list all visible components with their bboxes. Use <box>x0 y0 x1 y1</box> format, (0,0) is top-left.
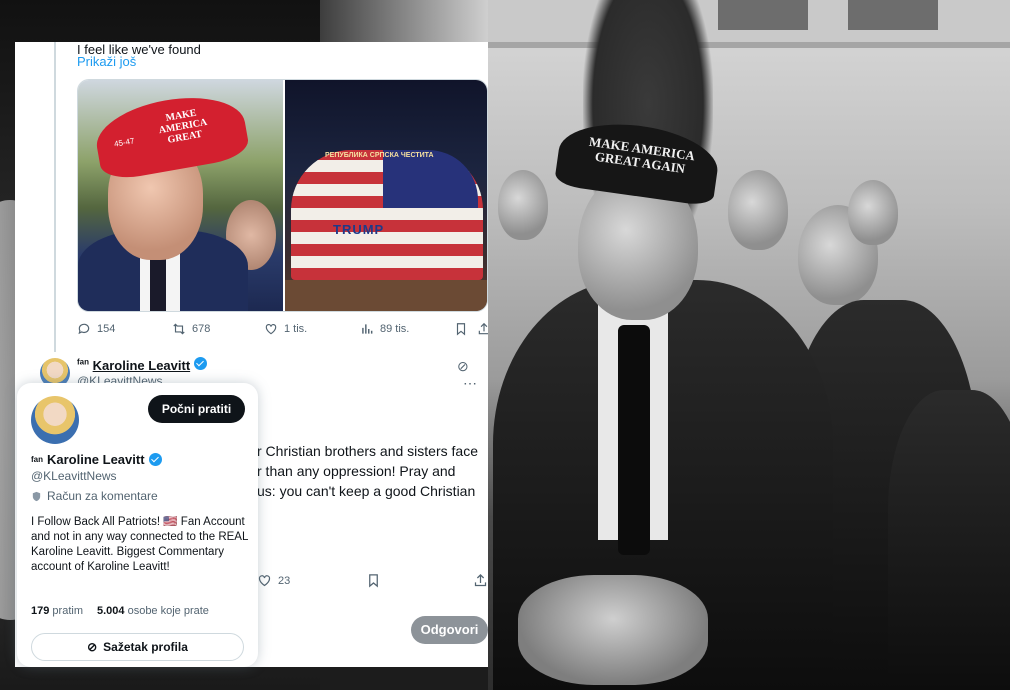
views-icon <box>362 324 373 334</box>
name-prefix: fan <box>77 357 89 367</box>
crowd-person <box>848 180 898 245</box>
profile-handle[interactable]: @KLeavittNews <box>31 469 117 483</box>
building-sign-text: TRUMP <box>333 222 385 237</box>
tweet-media[interactable]: MAKE AMERICA GREAT 45-47 РЕПУБЛИКА СРПСК… <box>77 79 488 312</box>
bookmark-icon <box>369 574 378 588</box>
like-action[interactable]: 1 tis. <box>264 322 307 336</box>
follow-button[interactable]: Počni pratiti <box>148 395 245 423</box>
reply-count: 154 <box>97 323 116 335</box>
profile-summary-button[interactable]: ⊘ Sažetak profila <box>31 633 244 661</box>
share-action[interactable] <box>477 322 488 336</box>
share-action[interactable] <box>473 573 488 593</box>
name-prefix: fan <box>31 455 43 464</box>
profile-name-text: Karoline Leavitt <box>47 452 145 467</box>
heart-icon <box>265 324 277 335</box>
followers-label: osobe koje prate <box>127 605 209 617</box>
author-name-text: Karoline Leavitt <box>92 358 191 373</box>
building-banner-text: РЕПУБЛИКА СРПСКА ЧЕСТИТА <box>325 152 434 159</box>
photo-ground <box>285 280 487 311</box>
building-window <box>718 0 808 30</box>
media-image-right[interactable]: РЕПУБЛИКА СРПСКА ЧЕСТИТА TRUMP <box>285 80 487 311</box>
media-image-left[interactable]: MAKE AMERICA GREAT 45-47 <box>78 80 283 311</box>
like-action[interactable]: 23 <box>257 573 290 588</box>
reply-icon <box>78 323 90 335</box>
share-icon <box>474 573 487 587</box>
share-icon <box>478 322 488 335</box>
background-photo-right: MAKE AMERICA GREAT AGAIN <box>488 0 1010 690</box>
shield-icon <box>32 491 41 501</box>
crowd-person <box>728 170 788 250</box>
main-figure-tie <box>618 325 650 555</box>
like-count: 23 <box>278 574 291 587</box>
show-more-link[interactable]: Prikaži još <box>77 54 136 69</box>
author-name[interactable]: fan Karoline Leavitt <box>77 357 207 373</box>
account-label-text: Račun za komentare <box>47 489 158 503</box>
crowd-person-suit <box>888 390 1010 690</box>
retweet-action[interactable]: 678 <box>172 322 210 336</box>
reply-button[interactable]: Odgovori <box>411 616 488 644</box>
profile-hover-card: Počni pratiti fan Karoline Leavitt @KLea… <box>17 383 258 667</box>
retweet-count: 678 <box>192 323 211 335</box>
avatar[interactable] <box>31 396 79 444</box>
background-photo-top <box>320 0 488 42</box>
bookmark-action[interactable] <box>454 322 468 336</box>
tweet-body: r Christian brothers and sisters face r … <box>257 441 482 501</box>
building-window <box>848 0 938 30</box>
followers-count: 5.004 <box>96 605 125 617</box>
more-options-icon[interactable]: ⋯ <box>463 375 477 391</box>
tweet-body-line: r Christian brothers and sisters face <box>257 443 478 459</box>
verified-badge-icon <box>193 357 207 370</box>
heart-icon <box>258 575 271 587</box>
bookmark-action[interactable] <box>366 573 381 593</box>
profile-stats: 179 pratim 5.004 osobe koje prate <box>31 605 209 617</box>
profile-bio: I Follow Back All Patriots! 🇺🇸 Fan Accou… <box>31 516 248 573</box>
like-count: 1 tis. <box>284 323 308 335</box>
bookmark-icon <box>456 323 466 336</box>
grok-icon[interactable]: ⊘ <box>457 358 469 374</box>
retweet-icon <box>173 323 185 335</box>
profile-name[interactable]: fan Karoline Leavitt <box>31 452 162 467</box>
following-label: pratim <box>52 605 83 617</box>
thread-line <box>54 42 56 352</box>
tweet-actions: 154 678 1 tis. 89 tis. <box>77 322 488 340</box>
tweet-header-icons: ⊘ ⋯ <box>457 358 488 392</box>
tweet-body-line: r than any oppression! Pray and <box>257 463 456 479</box>
grok-icon: ⊘ <box>87 640 98 654</box>
reply-action[interactable]: 154 <box>77 322 115 336</box>
followers-stat[interactable]: 5.004 osobe koje prate <box>97 605 209 617</box>
tweet-body-line: us: you can't keep a good Christian <box>257 483 476 499</box>
verified-badge-icon <box>148 453 162 466</box>
main-figure-hands <box>518 575 708 685</box>
account-label: Račun za komentare <box>31 489 158 503</box>
following-stat[interactable]: 179 pratim <box>31 605 83 617</box>
profile-summary-label: Sažetak profila <box>103 640 188 654</box>
views-count: 89 tis. <box>380 323 410 335</box>
crowd-person <box>498 170 548 240</box>
following-count: 179 <box>31 605 50 617</box>
views-action[interactable]: 89 tis. <box>360 322 409 336</box>
